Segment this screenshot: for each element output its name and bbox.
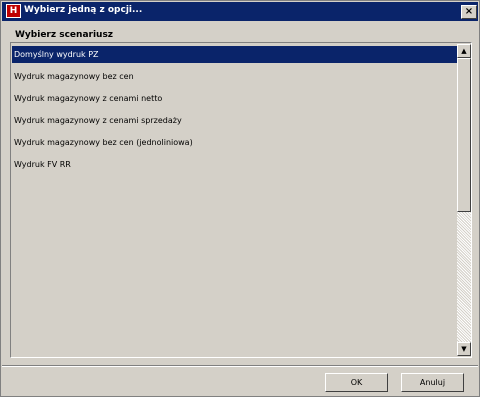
list-item[interactable]: Wydruk FV RR bbox=[12, 156, 457, 173]
title-bar[interactable]: H Wybierz jedną z opcji... × bbox=[2, 2, 478, 21]
list-items: Domyślny wydruk PZ Wydruk magazynowy bez… bbox=[12, 44, 457, 356]
scroll-up-icon[interactable]: ▲ bbox=[457, 44, 471, 58]
section-label: Wybierz scenariusz bbox=[15, 30, 114, 40]
dialog-window: H Wybierz jedną z opcji... × Wybierz sce… bbox=[0, 0, 480, 397]
window-title: Wybierz jedną z opcji... bbox=[24, 5, 143, 15]
list-item[interactable]: Wydruk magazynowy z cenami sprzedaży bbox=[12, 112, 457, 129]
list-item[interactable]: Wydruk magazynowy bez cen bbox=[12, 68, 457, 85]
scrollbar-thumb[interactable] bbox=[457, 58, 471, 212]
vertical-scrollbar[interactable]: ▲ ▼ bbox=[457, 44, 471, 356]
scrollbar-track[interactable] bbox=[457, 212, 471, 342]
app-icon: H bbox=[6, 4, 21, 18]
scenario-list[interactable]: Domyślny wydruk PZ Wydruk magazynowy bez… bbox=[10, 42, 472, 358]
cancel-button[interactable]: Anuluj bbox=[401, 373, 464, 392]
list-item[interactable]: Wydruk magazynowy bez cen (jednoliniowa) bbox=[12, 134, 457, 151]
separator bbox=[2, 365, 478, 367]
list-item[interactable]: Domyślny wydruk PZ bbox=[12, 46, 457, 63]
close-button[interactable]: × bbox=[461, 5, 477, 19]
list-item[interactable]: Wydruk magazynowy z cenami netto bbox=[12, 90, 457, 107]
ok-button[interactable]: OK bbox=[325, 373, 388, 392]
scroll-down-icon[interactable]: ▼ bbox=[457, 342, 471, 356]
